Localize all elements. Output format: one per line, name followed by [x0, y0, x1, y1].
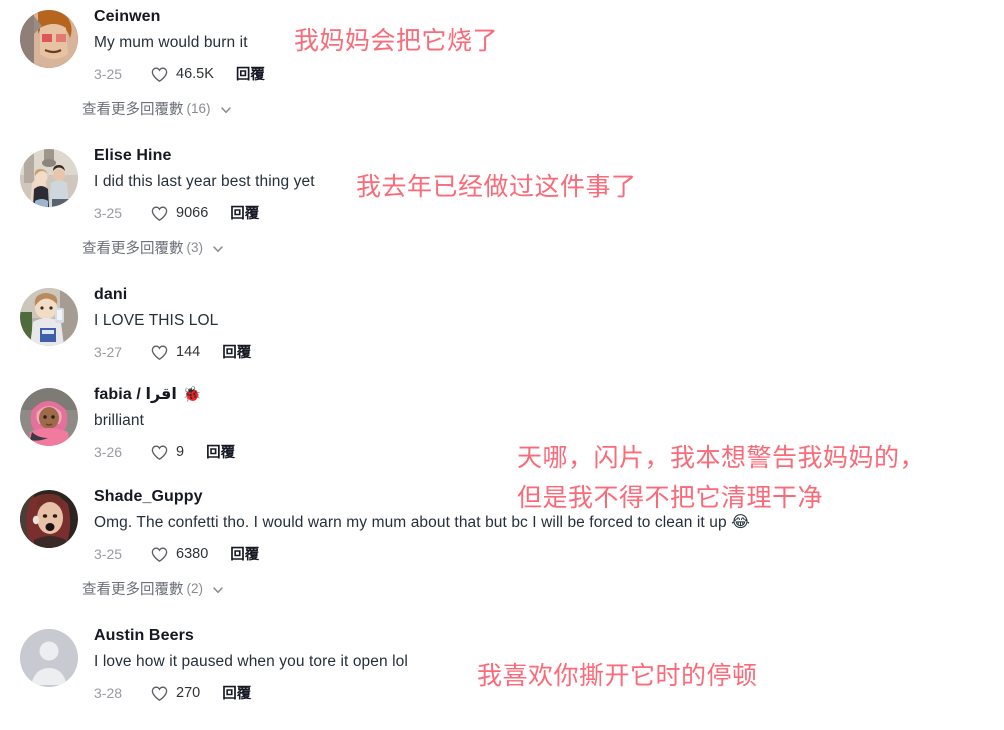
avatar-fabia-image	[20, 388, 78, 446]
comment-text-value: I did this last year best thing yet	[94, 173, 315, 190]
comment-item: dani I LOVE THIS LOL 3-27 144 回覆	[0, 258, 1004, 362]
chevron-down-icon	[211, 583, 225, 597]
reply-button[interactable]: 回覆	[230, 543, 259, 564]
comment-date: 3-28	[94, 684, 123, 701]
reply-button[interactable]: 回覆	[222, 341, 251, 362]
username-text: fabia / اقرا	[94, 386, 177, 403]
like-count: 270	[176, 684, 201, 701]
comment-list: Ceinwen My mum would burn it 3-25 46.5K …	[0, 0, 1004, 703]
avatar[interactable]	[20, 288, 78, 346]
heart-icon[interactable]	[150, 545, 169, 564]
avatar-shade-image	[20, 490, 78, 548]
heart-icon[interactable]	[150, 684, 169, 703]
heart-icon[interactable]	[150, 443, 169, 462]
like-group[interactable]: 9066	[150, 203, 208, 222]
more-replies-label: 查看更多回覆數	[82, 582, 184, 598]
comment-text-value: brilliant	[94, 412, 145, 429]
username-text: dani	[94, 286, 128, 303]
translation-annotation: 我去年已经做过这件事了	[356, 172, 637, 201]
more-replies-count: (16)	[186, 101, 211, 116]
avatar[interactable]	[20, 388, 78, 446]
comment-text: brilliant	[94, 409, 1004, 433]
comment-username[interactable]: fabia / اقرا 🐞	[94, 384, 1004, 406]
avatar[interactable]	[20, 10, 78, 68]
more-replies-label: 查看更多回覆數	[82, 241, 184, 257]
comment-username[interactable]: Elise Hine	[94, 145, 1004, 167]
comment-date: 3-25	[94, 545, 123, 562]
like-count: 46.5K	[176, 65, 214, 82]
avatar-dani-image	[20, 288, 78, 346]
more-replies-button[interactable]: 查看更多回覆數 (16)	[0, 98, 1004, 119]
translation-annotation: 天哪，闪片，我本想警告我妈妈的， 但是我不得不把它清理干净	[517, 443, 926, 512]
heart-icon[interactable]	[150, 204, 169, 223]
comment-item: Ceinwen My mum would burn it 3-25 46.5K …	[0, 0, 1004, 84]
more-replies-count: (3)	[186, 240, 204, 255]
comment-meta: 3-25 9066 回覆	[94, 202, 1004, 223]
comment-body: Ceinwen My mum would burn it 3-25 46.5K …	[78, 6, 1004, 84]
comment-text-value: I LOVE THIS LOL	[94, 312, 219, 329]
comment-username[interactable]: dani	[94, 284, 1004, 306]
reply-button[interactable]: 回覆	[206, 441, 235, 462]
like-group[interactable]: 144	[150, 342, 200, 361]
comment-meta: 3-27 144 回覆	[94, 341, 1004, 362]
avatar[interactable]	[20, 629, 78, 687]
translation-annotation: 我喜欢你撕开它时的停顿	[477, 661, 758, 690]
comment-username[interactable]: Ceinwen	[94, 6, 1004, 28]
like-group[interactable]: 9	[150, 442, 184, 461]
ladybug-icon: 🐞	[182, 386, 202, 403]
username-text: Ceinwen	[94, 8, 161, 25]
comment-date: 3-25	[94, 65, 123, 82]
reply-button[interactable]: 回覆	[222, 682, 251, 703]
username-text: Austin Beers	[94, 627, 194, 644]
translation-annotation: 我妈妈会把它烧了	[294, 26, 499, 55]
more-replies-count: (2)	[186, 581, 204, 596]
reply-button[interactable]: 回覆	[230, 202, 259, 223]
like-group[interactable]: 6380	[150, 544, 208, 563]
more-replies-label: 查看更多回覆數	[82, 102, 184, 118]
chevron-down-icon	[211, 242, 225, 256]
comment-meta: 3-25 46.5K 回覆	[94, 63, 1004, 84]
username-text: Elise Hine	[94, 147, 172, 164]
avatar-placeholder-icon	[20, 629, 78, 687]
like-count: 9	[176, 443, 185, 460]
comment-text-value: I love how it paused when you tore it op…	[94, 653, 408, 670]
comment-username[interactable]: Austin Beers	[94, 625, 1004, 647]
like-count: 144	[176, 343, 201, 360]
comment-date: 3-25	[94, 204, 123, 221]
heart-icon[interactable]	[150, 65, 169, 84]
comment-text: My mum would burn it	[94, 31, 1004, 55]
avatar-ceinwen-image	[20, 10, 78, 68]
heart-icon[interactable]	[150, 343, 169, 362]
like-count: 9066	[176, 204, 209, 221]
comment-body: dani I LOVE THIS LOL 3-27 144 回覆	[78, 284, 1004, 362]
comment-text: I LOVE THIS LOL	[94, 309, 1004, 333]
reply-button[interactable]: 回覆	[236, 63, 265, 84]
avatar-elise-image	[20, 149, 78, 207]
more-replies-button[interactable]: 查看更多回覆數 (2)	[0, 578, 1004, 599]
comment-date: 3-26	[94, 443, 123, 460]
comment-date: 3-27	[94, 343, 123, 360]
like-group[interactable]: 46.5K	[150, 64, 214, 83]
username-text: Shade_Guppy	[94, 488, 203, 505]
more-replies-button[interactable]: 查看更多回覆數 (3)	[0, 237, 1004, 258]
like-count: 6380	[176, 545, 209, 562]
comment-text-value: My mum would burn it	[94, 34, 248, 51]
like-group[interactable]: 270	[150, 683, 200, 702]
avatar[interactable]	[20, 149, 78, 207]
comment-meta: 3-25 6380 回覆	[94, 543, 1004, 564]
avatar[interactable]	[20, 490, 78, 548]
chevron-down-icon	[219, 103, 233, 117]
